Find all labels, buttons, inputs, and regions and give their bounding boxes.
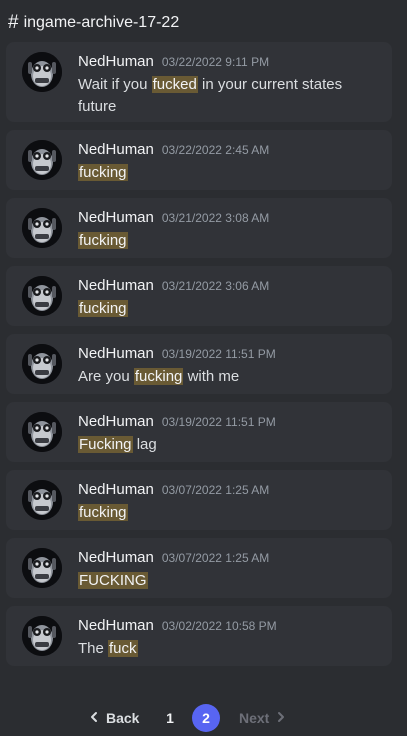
- message-content: The fuck: [78, 638, 378, 660]
- message-text-before: Are you: [78, 368, 134, 385]
- avatar[interactable]: [22, 276, 62, 316]
- message-result[interactable]: NedHuman 03/02/2022 10:58 PM The fuck: [6, 606, 392, 666]
- avatar[interactable]: [22, 616, 62, 656]
- author-name[interactable]: NedHuman: [78, 617, 154, 634]
- message-header: NedHuman 03/19/2022 11:51 PM: [78, 345, 276, 362]
- author-name[interactable]: NedHuman: [78, 345, 154, 362]
- timestamp: 03/22/2022 9:11 PM: [161, 55, 270, 69]
- timestamp: 03/19/2022 11:51 PM: [161, 347, 276, 361]
- message-result[interactable]: NedHuman 03/22/2022 9:11 PM Wait if you …: [6, 42, 392, 122]
- message-header: NedHuman 03/19/2022 11:51 PM: [78, 413, 276, 430]
- timestamp: 03/07/2022 1:25 AM: [161, 483, 270, 497]
- avatar[interactable]: [22, 480, 62, 520]
- message-header: NedHuman 03/02/2022 10:58 PM: [78, 617, 277, 634]
- message-result[interactable]: NedHuman 03/19/2022 11:51 PM Fucking lag: [6, 402, 392, 462]
- message-result[interactable]: NedHuman 03/19/2022 11:51 PM Are you fuc…: [6, 334, 392, 394]
- search-highlight: fucking: [78, 300, 128, 317]
- chevron-right-icon: [275, 710, 287, 726]
- avatar[interactable]: [22, 52, 62, 92]
- message-header: NedHuman 03/07/2022 1:25 AM: [78, 549, 269, 566]
- message-content: Are you fucking with me: [78, 366, 378, 388]
- author-name[interactable]: NedHuman: [78, 53, 154, 70]
- message-result[interactable]: NedHuman 03/22/2022 2:45 AM fucking: [6, 130, 392, 190]
- message-header: NedHuman 03/21/2022 3:08 AM: [78, 209, 269, 226]
- channel-hash-icon: #: [8, 12, 19, 33]
- back-button[interactable]: Back: [88, 704, 139, 732]
- next-button[interactable]: Next: [239, 704, 287, 732]
- author-name[interactable]: NedHuman: [78, 549, 154, 566]
- author-name[interactable]: NedHuman: [78, 209, 154, 226]
- search-highlight: fucking: [78, 504, 128, 521]
- message-header: NedHuman 03/22/2022 2:45 AM: [78, 141, 269, 158]
- pagination: Back 1 2 Next: [0, 704, 407, 732]
- message-text-before: Wait if you: [78, 76, 152, 93]
- timestamp: 03/21/2022 3:06 AM: [161, 279, 270, 293]
- channel-name: ingame-archive-17-22: [23, 14, 180, 31]
- message-text-after: with me: [183, 368, 240, 385]
- message-result[interactable]: NedHuman 03/07/2022 1:25 AM FUCKING: [6, 538, 392, 598]
- search-highlight: fucking: [78, 232, 128, 249]
- author-name[interactable]: NedHuman: [78, 277, 154, 294]
- chevron-left-icon: [88, 710, 100, 726]
- author-name[interactable]: NedHuman: [78, 413, 154, 430]
- next-label: Next: [239, 710, 270, 726]
- timestamp: 03/19/2022 11:51 PM: [161, 415, 276, 429]
- avatar[interactable]: [22, 140, 62, 180]
- page-2-button[interactable]: 2: [192, 704, 220, 732]
- message-text-before: The: [78, 640, 109, 657]
- search-highlight: fucking: [78, 164, 128, 181]
- message-header: NedHuman 03/22/2022 9:11 PM: [78, 53, 269, 70]
- page-1-button[interactable]: 1: [156, 704, 184, 732]
- avatar[interactable]: [22, 548, 62, 588]
- message-result[interactable]: NedHuman 03/21/2022 3:08 AM fucking: [6, 198, 392, 258]
- avatar[interactable]: [22, 208, 62, 248]
- timestamp: 03/21/2022 3:08 AM: [161, 211, 270, 225]
- search-highlight: Fucking: [78, 436, 133, 453]
- message-content: fucking: [78, 162, 378, 184]
- timestamp: 03/22/2022 2:45 AM: [161, 143, 270, 157]
- search-highlight: fuck: [108, 640, 138, 657]
- message-content: FUCKING: [78, 570, 378, 592]
- search-highlight: FUCKING: [78, 572, 148, 589]
- message-header: NedHuman 03/21/2022 3:06 AM: [78, 277, 269, 294]
- message-content: fucking: [78, 502, 378, 524]
- channel-header: # ingame-archive-17-22: [8, 12, 179, 34]
- message-content: Wait if you fucked in your current state…: [78, 74, 378, 118]
- timestamp: 03/02/2022 10:58 PM: [161, 619, 277, 633]
- message-result[interactable]: NedHuman 03/21/2022 3:06 AM fucking: [6, 266, 392, 326]
- author-name[interactable]: NedHuman: [78, 481, 154, 498]
- timestamp: 03/07/2022 1:25 AM: [161, 551, 270, 565]
- message-header: NedHuman 03/07/2022 1:25 AM: [78, 481, 269, 498]
- avatar[interactable]: [22, 412, 62, 452]
- message-content: fucking: [78, 298, 378, 320]
- message-text-after: lag: [132, 436, 157, 453]
- back-label: Back: [106, 710, 140, 726]
- message-content: Fucking lag: [78, 434, 378, 456]
- message-result[interactable]: NedHuman 03/07/2022 1:25 AM fucking: [6, 470, 392, 530]
- author-name[interactable]: NedHuman: [78, 141, 154, 158]
- search-highlight: fucking: [133, 368, 184, 385]
- search-highlight: fucked: [151, 76, 198, 93]
- message-content: fucking: [78, 230, 378, 252]
- avatar[interactable]: [22, 344, 62, 384]
